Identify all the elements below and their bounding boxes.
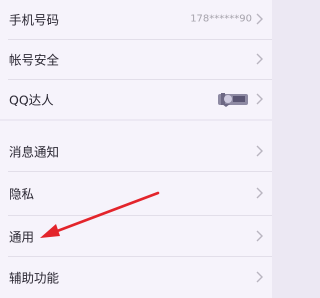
general-settings-group: 消息通知 隐私 通用 辅助功能 xyxy=(0,121,272,298)
settings-row-privacy[interactable]: 隐私 xyxy=(0,174,272,212)
settings-row-qq-expert[interactable]: QQ达人 xyxy=(0,80,272,118)
chevron-right-icon xyxy=(256,53,263,65)
phone-number-label: 手机号码 xyxy=(9,12,60,28)
settings-row-accessibility[interactable]: 辅助功能 xyxy=(0,258,272,296)
chevron-right-icon xyxy=(256,187,263,199)
privacy-label: 隐私 xyxy=(9,186,35,202)
account-security-label: 帐号安全 xyxy=(9,52,60,68)
phone-number-value: 178******90 xyxy=(190,13,252,25)
divider xyxy=(8,256,272,257)
settings-row-account-security[interactable]: 帐号安全 xyxy=(0,40,272,78)
settings-row-phone-number[interactable]: 手机号码 178******90 xyxy=(0,0,272,38)
notifications-label: 消息通知 xyxy=(9,144,60,160)
general-label: 通用 xyxy=(9,229,35,245)
chevron-right-icon xyxy=(256,145,263,157)
settings-row-notifications[interactable]: 消息通知 xyxy=(0,132,272,170)
settings-screen: 手机号码 178******90 帐号安全 QQ达人 消息通知 隐私 通用 辅助… xyxy=(0,0,272,298)
divider xyxy=(8,215,272,216)
divider xyxy=(8,171,272,172)
qq-expert-label: QQ达人 xyxy=(9,92,54,108)
accessibility-label: 辅助功能 xyxy=(9,270,60,286)
chevron-right-icon xyxy=(256,271,263,283)
account-settings-group: 手机号码 178******90 帐号安全 QQ达人 xyxy=(0,0,272,119)
chevron-right-icon xyxy=(256,230,263,242)
settings-row-general[interactable]: 通用 xyxy=(0,217,272,255)
chevron-right-icon xyxy=(256,13,263,25)
qq-expert-badge-icon xyxy=(218,93,248,107)
chevron-right-icon xyxy=(256,93,263,105)
